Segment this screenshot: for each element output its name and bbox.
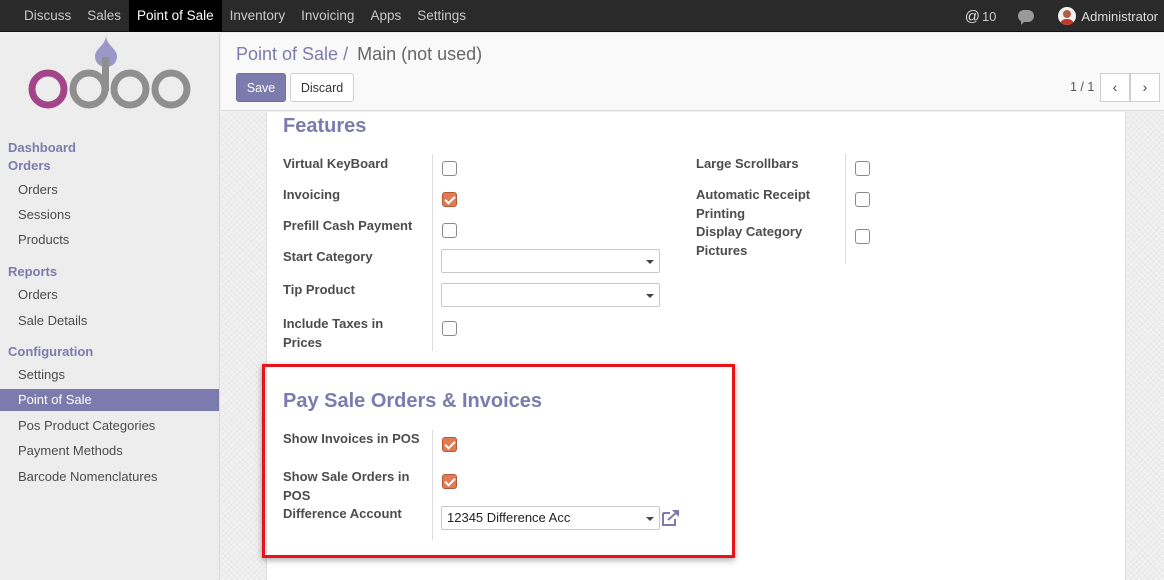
avatar [1058, 7, 1077, 25]
checkbox-prefill-cash-payment[interactable] [442, 223, 457, 238]
features-title: Features [283, 115, 367, 137]
menu-invoicing[interactable]: Invoicing [293, 0, 362, 32]
chevron-left-icon[interactable]: ‹ [1100, 73, 1130, 102]
checkbox-include-taxes[interactable] [442, 321, 457, 336]
control-panel: Point of Sale / Main (not used) Save Dis… [221, 33, 1164, 111]
checkbox-virtual-keyboard[interactable] [442, 161, 457, 176]
label-display-category-pictures: Display Category Pictures [696, 224, 803, 258]
pager-value[interactable]: 1 / 1 [1070, 80, 1094, 94]
label-large-scrollbars: Large Scrollbars [696, 156, 799, 171]
sidebar-item-orders[interactable]: Orders [0, 179, 219, 201]
sidebar-section-reports: Reports [8, 264, 58, 279]
sidebar-dashboard[interactable]: Dashboard [8, 140, 76, 155]
highlight-box [262, 364, 735, 558]
tip-product-select[interactable] [441, 283, 660, 307]
features-left-divider [432, 154, 433, 351]
checkbox-large-scrollbars[interactable] [855, 161, 870, 176]
topbar-right: @ 10 Administrator [965, 0, 1164, 32]
menu-apps[interactable]: Apps [362, 0, 409, 32]
label-automatic-receipt-printing: Automatic Receipt Printing [696, 187, 811, 221]
sidebar-section-configuration: Configuration [8, 344, 94, 359]
user-name: Administrator [1081, 8, 1158, 24]
main-menu: Discuss Sales Point of Sale Inventory In… [16, 0, 474, 32]
sidebar-item-payment-methods[interactable]: Payment Methods [0, 440, 219, 462]
checkbox-display-category-pictures[interactable] [855, 229, 870, 244]
sidebar-item-pos-product-categories[interactable]: Pos Product Categories [0, 415, 219, 437]
label-virtual-keyboard: Virtual KeyBoard [283, 156, 389, 171]
sidebar-item-sale-details[interactable]: Sale Details [0, 310, 219, 332]
user-menu[interactable]: Administrator [1058, 7, 1164, 25]
save-button[interactable]: Save [236, 73, 286, 102]
label-start-category: Start Category [283, 249, 373, 264]
chevron-right-icon[interactable]: › [1130, 73, 1160, 102]
label-tip-product: Tip Product [283, 282, 355, 297]
top-navbar: Discuss Sales Point of Sale Inventory In… [0, 0, 1164, 32]
label-include-taxes: Include Taxes in Prices [283, 316, 384, 350]
sidebar-item-barcode-nomenclatures[interactable]: Barcode Nomenclatures [0, 466, 219, 488]
sidebar-item-sessions[interactable]: Sessions [0, 204, 219, 226]
sidebar: Dashboard Orders Orders Sessions Product… [0, 33, 220, 580]
sidebar-item-settings[interactable]: Settings [0, 364, 219, 386]
features-right-divider [845, 154, 846, 264]
odoo-logo [28, 35, 191, 109]
menu-sales[interactable]: Sales [79, 0, 129, 32]
checkbox-automatic-receipt-printing[interactable] [855, 192, 870, 207]
menu-inventory[interactable]: Inventory [222, 0, 294, 32]
chat-icon[interactable] [1018, 10, 1035, 25]
sidebar-item-report-orders[interactable]: Orders [0, 284, 219, 306]
discard-button[interactable]: Discard [290, 73, 354, 102]
label-prefill-cash-payment: Prefill Cash Payment [283, 218, 413, 233]
sidebar-section-orders: Orders [8, 158, 51, 173]
menu-discuss[interactable]: Discuss [16, 0, 79, 32]
breadcrumb-current: Main (not used) [357, 44, 483, 64]
messages-count: 10 [981, 8, 997, 24]
start-category-select[interactable] [441, 249, 660, 273]
sidebar-item-point-of-sale[interactable]: Point of Sale [0, 389, 219, 411]
breadcrumb-parent[interactable]: Point of Sale / [236, 44, 348, 64]
mentions-indicator[interactable]: @ 10 [965, 8, 997, 25]
checkbox-invoicing[interactable] [442, 192, 457, 207]
menu-point-of-sale[interactable]: Point of Sale [129, 0, 222, 32]
at-icon: @ [964, 7, 980, 25]
label-invoicing: Invoicing [283, 187, 341, 202]
sidebar-item-products[interactable]: Products [0, 229, 219, 251]
breadcrumb: Point of Sale / Main (not used) [236, 44, 482, 65]
menu-settings[interactable]: Settings [409, 0, 474, 32]
